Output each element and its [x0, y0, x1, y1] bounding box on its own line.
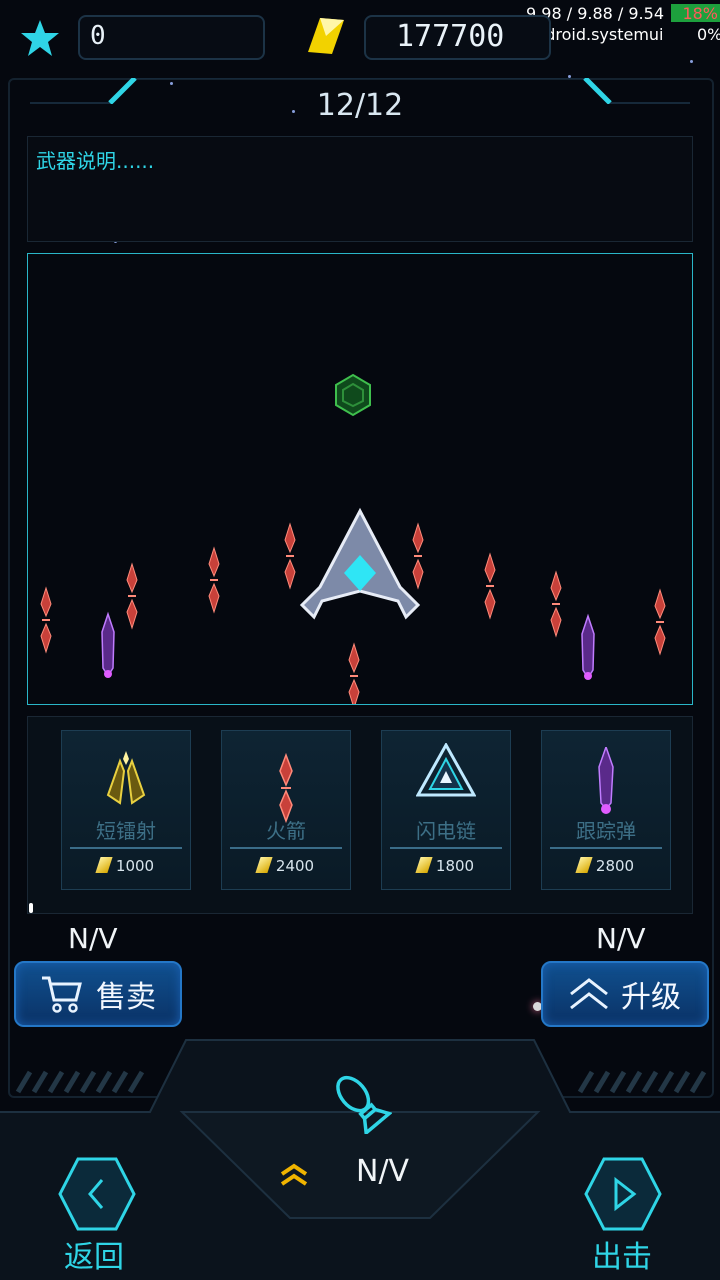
- rocket-projectile: [654, 589, 666, 655]
- score-box: 0: [78, 15, 265, 60]
- level-chevrons-icon: [280, 1160, 308, 1192]
- weapon-price-value: 1800: [435, 857, 475, 875]
- weapon-preview: [27, 253, 693, 709]
- gem-icon: [255, 857, 273, 873]
- weapon-level-value: N/V: [356, 1154, 410, 1189]
- back-button[interactable]: [58, 1156, 136, 1232]
- weapon-price-value: 2800: [595, 857, 635, 875]
- rocket-projectile: [412, 523, 424, 589]
- back-label[interactable]: 返回: [64, 1232, 124, 1276]
- weapon-card-short-laser[interactable]: 短镭射 1000: [61, 730, 191, 890]
- weapon-name: 闪电链: [416, 819, 476, 843]
- sell-button[interactable]: 售卖: [14, 961, 182, 1027]
- rocket-projectile: [126, 563, 138, 629]
- card-divider: [550, 847, 662, 849]
- weapon-price-value: 1000: [115, 857, 155, 875]
- gem-icon: [575, 857, 593, 873]
- preview-scene: [40, 373, 666, 709]
- upgrade-label: 升级: [621, 980, 681, 1015]
- weapon-price: 1000: [62, 857, 190, 875]
- rocket-projectile: [550, 571, 562, 637]
- card-divider: [70, 847, 182, 849]
- weapon-price: 2400: [222, 857, 350, 875]
- rocket-projectile: [284, 523, 296, 589]
- shield-hex-icon: [335, 373, 371, 417]
- upgrade-value: N/V: [596, 922, 646, 955]
- gems-box: 177700: [364, 15, 551, 60]
- shop-scroll-indicator[interactable]: [29, 903, 33, 913]
- rocket-projectile: [348, 643, 360, 709]
- cpu-usage: 0%: [697, 25, 720, 44]
- battery-indicator: 18%: [671, 4, 720, 23]
- double-chevron-up-icon: [570, 978, 608, 1010]
- gem-icon: [95, 857, 113, 873]
- rocket-icon: [279, 753, 293, 823]
- launch-button[interactable]: [584, 1156, 662, 1232]
- lightning-chain-icon: [416, 743, 476, 797]
- weapon-price: 2800: [542, 857, 670, 875]
- weapon-name: 跟踪弹: [576, 819, 636, 843]
- page-counter: 12/12: [316, 88, 404, 123]
- gem-icon: [306, 16, 346, 60]
- launch-label[interactable]: 出击: [592, 1232, 652, 1276]
- cart-icon: [42, 976, 82, 1013]
- upgrade-button[interactable]: 升级: [541, 961, 709, 1027]
- player-ship: [299, 507, 421, 620]
- rocket-projectile: [208, 547, 220, 613]
- gems-value: 177700: [396, 19, 505, 54]
- weapon-description: 武器说明......: [36, 149, 155, 173]
- weapon-card-lightning-chain[interactable]: 闪电链 1800: [381, 730, 511, 890]
- homing-missile-icon: [598, 747, 614, 814]
- battery-percent: 18%: [682, 4, 718, 23]
- rocket-projectile: [40, 587, 52, 653]
- short-laser-icon: [106, 751, 146, 805]
- weapon-price: 1800: [382, 857, 510, 875]
- score-value: 0: [90, 21, 106, 51]
- weapon-name: 火箭: [266, 819, 306, 843]
- weapon-card-homing-missile[interactable]: 跟踪弹 2800: [541, 730, 671, 890]
- star-icon: [20, 18, 60, 62]
- weapon-name: 短镭射: [96, 819, 156, 843]
- sell-label: 售卖: [96, 980, 156, 1015]
- weapon-shop: 短镭射 1000 火箭 2400 闪电链 1800 跟踪弹 2800: [27, 716, 693, 914]
- card-divider: [390, 847, 502, 849]
- weapon-description-box: 武器说明......: [27, 136, 693, 242]
- sell-value: N/V: [68, 922, 118, 955]
- bomb-icon: [326, 1068, 393, 1138]
- card-divider: [230, 847, 342, 849]
- weapon-card-rocket[interactable]: 火箭 2400: [221, 730, 351, 890]
- homing-missile: [581, 615, 595, 681]
- rocket-projectile: [484, 553, 496, 619]
- homing-missile: [101, 613, 115, 679]
- gem-icon: [415, 857, 433, 873]
- weapon-price-value: 2400: [275, 857, 315, 875]
